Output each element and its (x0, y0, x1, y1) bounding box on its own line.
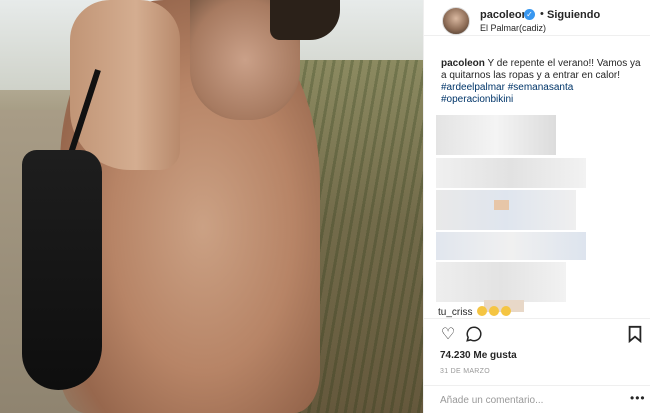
action-bar: ♡ (424, 318, 650, 346)
follow-status-button[interactable]: Siguiendo (547, 9, 600, 21)
location-link[interactable]: El Palmar(cadiz) (480, 23, 546, 33)
comment-partial: tu_criss (438, 306, 512, 318)
blurred-comment (436, 232, 586, 260)
hashtag-line-2[interactable]: #operacionbikini (441, 94, 641, 106)
post-header: pacoleon ✓ • Siguiendo El Palmar(cadiz) (424, 0, 650, 36)
blurred-comment (436, 158, 586, 188)
comment-username[interactable]: tu_criss (438, 307, 472, 318)
blurred-comment (436, 190, 576, 230)
caption-username[interactable]: pacoleon (441, 58, 485, 69)
post-date: 31 DE MARZO (440, 368, 490, 375)
header-separator: • (540, 8, 544, 20)
photo-person-arm (70, 0, 180, 170)
post-sidebar: pacoleon ✓ • Siguiendo El Palmar(cadiz) … (423, 0, 650, 413)
comment-icon[interactable] (464, 325, 484, 345)
emoji-icon (501, 306, 512, 316)
caption: pacoleon Y de repente el verano!! Vamos … (441, 58, 641, 106)
like-count[interactable]: 74.230 Me gusta (440, 350, 517, 361)
blurred-comment (436, 262, 566, 302)
photo-bag (22, 150, 102, 390)
blurred-emoji (494, 200, 509, 210)
post-photo[interactable] (0, 0, 423, 413)
more-options-icon[interactable]: ••• (630, 391, 646, 405)
heart-icon[interactable]: ♡ (438, 325, 458, 345)
bookmark-icon[interactable] (625, 325, 645, 345)
header-username[interactable]: pacoleon (480, 9, 528, 21)
comment-input[interactable]: Añade un comentario... (440, 395, 543, 406)
hashtag-line-1[interactable]: #ardeelpalmar #semanasanta (441, 82, 641, 94)
emoji-icon (477, 306, 488, 316)
emoji-icon (489, 306, 500, 316)
verified-badge-icon: ✓ (524, 9, 535, 20)
add-comment-bar: Añade un comentario... ••• (424, 385, 650, 413)
blurred-comment (436, 115, 556, 155)
avatar[interactable] (442, 7, 470, 35)
